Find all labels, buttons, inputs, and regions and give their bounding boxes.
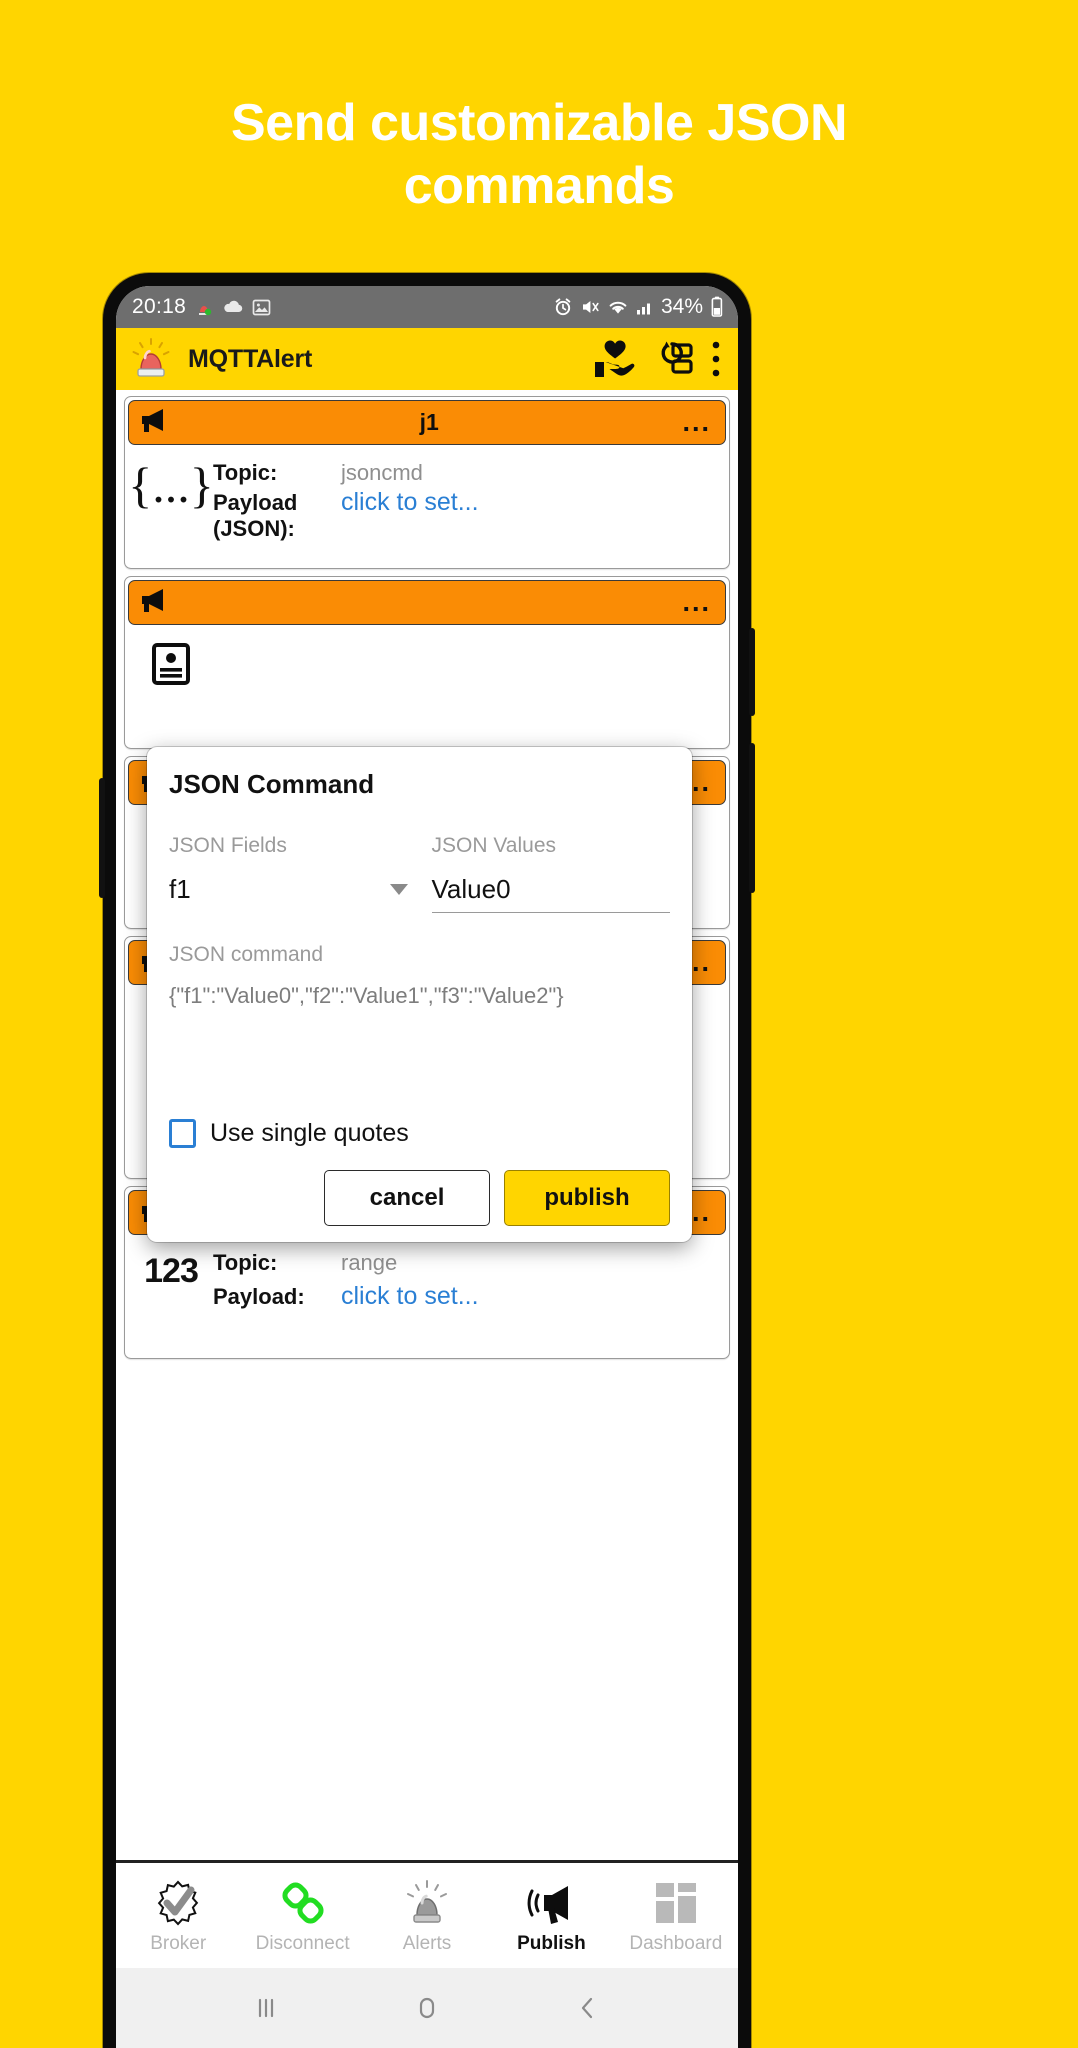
siren-logo-icon bbox=[128, 336, 174, 382]
chain-link-icon bbox=[279, 1877, 327, 1929]
nav-label: Dashboard bbox=[629, 1932, 723, 1954]
phone-side-button-left bbox=[99, 778, 105, 898]
json-field-select[interactable]: f1 bbox=[169, 874, 408, 912]
android-system-nav bbox=[116, 1968, 738, 2048]
dialog-actions: cancel publish bbox=[169, 1170, 670, 1226]
json-command-section: JSON command {"f1":"Value0","f2":"Value1… bbox=[169, 943, 670, 1009]
bottom-navigation: Broker Disconnect Alerts Publish Dashboa… bbox=[116, 1860, 738, 1968]
nav-item-disconnect[interactable]: Disconnect bbox=[240, 1877, 364, 1955]
nav-item-alerts[interactable]: Alerts bbox=[365, 1877, 489, 1955]
wifi-icon bbox=[607, 298, 629, 317]
status-bar: 20:18 34% bbox=[116, 286, 738, 328]
image-icon bbox=[252, 298, 271, 317]
phone-screen: 20:18 34% MQTTAlert j1 ... {...} Topic: … bbox=[116, 286, 738, 2048]
recents-icon[interactable] bbox=[231, 1993, 301, 2023]
donate-icon[interactable] bbox=[592, 338, 638, 380]
cloud-icon bbox=[222, 298, 244, 316]
json-command-label: JSON command bbox=[169, 943, 324, 966]
json-values-label: JSON Values bbox=[431, 834, 557, 857]
alarm-icon bbox=[553, 297, 573, 317]
json-command-preview: {"f1":"Value0","f2":"Value1","f3":"Value… bbox=[169, 983, 564, 1008]
megaphone-icon bbox=[526, 1877, 576, 1929]
phone-frame: 20:18 34% MQTTAlert j1 ... {...} Topic: … bbox=[99, 273, 755, 2048]
home-icon[interactable] bbox=[392, 1993, 462, 2023]
gear-check-icon bbox=[154, 1877, 202, 1929]
chevron-down-icon bbox=[389, 884, 408, 895]
promo-headline: Send customizable JSON commands bbox=[230, 94, 848, 216]
grid-dashboard-icon bbox=[653, 1877, 699, 1929]
nav-label: Disconnect bbox=[255, 1932, 350, 1954]
dialog-field-row: JSON Fields f1 JSON Values Value0 bbox=[169, 834, 670, 913]
json-command-dialog: JSON Command JSON Fields f1 JSON Values … bbox=[147, 747, 692, 1242]
publish-button[interactable]: publish bbox=[504, 1170, 670, 1226]
json-field-selected-value: f1 bbox=[169, 874, 191, 904]
status-bar-left: 20:18 bbox=[132, 295, 271, 319]
nav-item-dashboard[interactable]: Dashboard bbox=[614, 1877, 738, 1955]
app-title: MQTTAlert bbox=[188, 344, 313, 373]
nav-label: Broker bbox=[150, 1932, 207, 1954]
json-values-column: JSON Values Value0 bbox=[431, 834, 670, 913]
siren-icon bbox=[403, 1877, 451, 1929]
battery-icon bbox=[710, 296, 724, 318]
phone-side-button-right-b bbox=[749, 743, 755, 893]
nav-label: Publish bbox=[517, 1932, 586, 1954]
back-icon[interactable] bbox=[553, 1993, 623, 2023]
reload-list-icon[interactable] bbox=[652, 340, 694, 378]
nav-item-broker[interactable]: Broker bbox=[116, 1877, 240, 1955]
siren-notification-icon bbox=[194, 297, 214, 317]
battery-percent-label: 34% bbox=[660, 295, 703, 318]
status-bar-clock: 20:18 bbox=[132, 295, 187, 318]
cancel-button[interactable]: cancel bbox=[324, 1170, 490, 1226]
json-fields-column: JSON Fields f1 bbox=[169, 834, 408, 913]
phone-side-button-right-a bbox=[749, 628, 755, 716]
nav-item-publish[interactable]: Publish bbox=[489, 1877, 613, 1955]
dialog-title: JSON Command bbox=[169, 769, 375, 799]
use-single-quotes-checkbox[interactable] bbox=[169, 1119, 196, 1148]
use-single-quotes-label: Use single quotes bbox=[210, 1119, 409, 1147]
overflow-menu-icon[interactable] bbox=[708, 338, 724, 380]
single-quotes-row[interactable]: Use single quotes bbox=[169, 1119, 670, 1148]
signal-icon bbox=[636, 298, 654, 316]
mute-icon bbox=[580, 297, 600, 317]
publish-card-list[interactable]: j1 ... {...} Topic: jsoncmd Payload (JSO… bbox=[116, 390, 738, 1860]
json-value-input[interactable]: Value0 bbox=[431, 874, 670, 913]
app-bar: MQTTAlert bbox=[116, 328, 738, 390]
status-bar-right: 34% bbox=[553, 295, 724, 319]
nav-label: Alerts bbox=[402, 1932, 452, 1954]
json-fields-label: JSON Fields bbox=[169, 834, 287, 857]
